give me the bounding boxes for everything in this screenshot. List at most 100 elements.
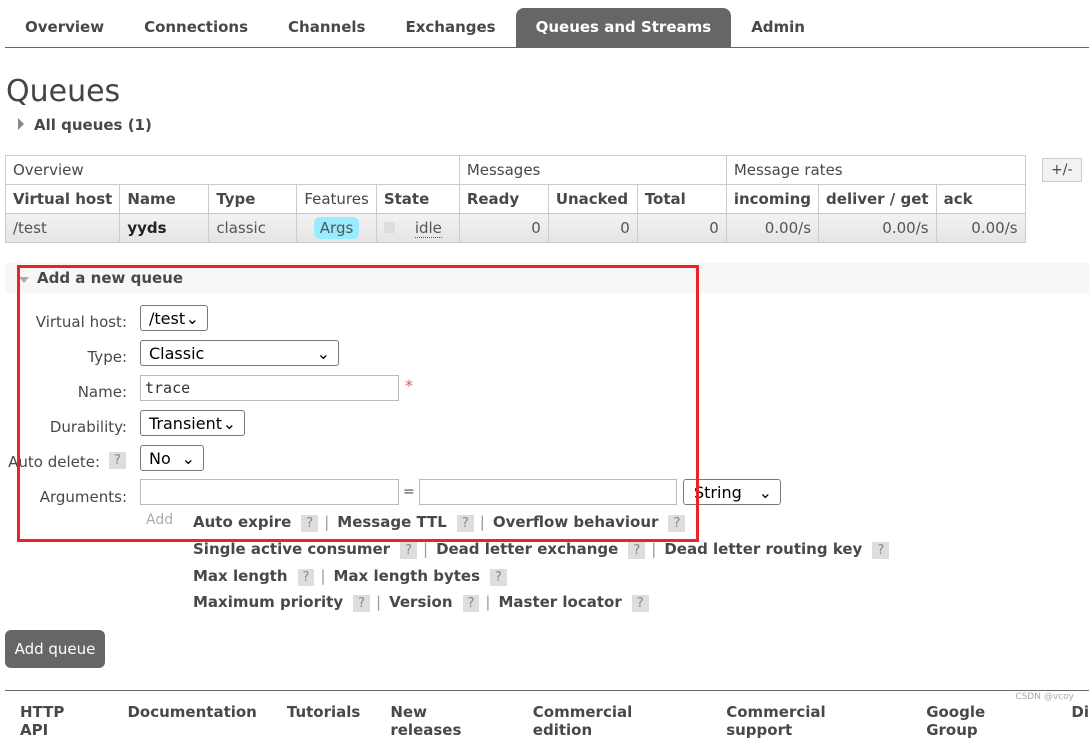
chevron-down-icon: ⌄ (316, 343, 330, 363)
type-select[interactable]: Classic ⌄ (140, 340, 339, 366)
help-icon[interactable]: ? (628, 542, 646, 559)
separator: | (479, 513, 485, 531)
footer-google-group[interactable]: Google Group (926, 703, 1041, 739)
argument-shortcut-link[interactable]: Maximum priority (193, 593, 343, 611)
argument-shortcuts-row: Auto expire? | Message TTL? | Overflow behav… (193, 513, 691, 532)
chevron-down-icon: ⌄ (181, 448, 195, 468)
col-state[interactable]: State (375, 184, 460, 214)
argument-shortcut-link[interactable]: Master locator (498, 593, 621, 611)
all-queues-toggle[interactable]: All queues (1) (18, 116, 152, 134)
watermark: CSDN @vcoy (1015, 692, 1074, 702)
vhost-label: Virtual host: (35, 313, 127, 331)
cell-vhost: /test (4, 213, 121, 243)
group-messages: Messages (458, 155, 727, 185)
argument-shortcut-link[interactable]: Single active consumer (193, 540, 390, 558)
argument-shortcut-link[interactable]: Auto expire (193, 513, 291, 531)
argument-shortcut-link[interactable]: Version (389, 593, 452, 611)
vhost-value: /test (149, 308, 186, 328)
argument-shortcuts-row: Max length? | Max length bytes? (193, 567, 513, 586)
cell-state: idle (375, 213, 460, 243)
name-input[interactable]: trace (140, 375, 399, 401)
chevron-down-icon: ⌄ (185, 308, 199, 328)
cell-deliver: 0.00/s (818, 213, 937, 243)
tab-admin[interactable]: Admin (731, 8, 825, 47)
argument-shortcut-link[interactable]: Max length bytes (334, 567, 481, 585)
help-icon[interactable]: ? (490, 569, 507, 586)
argument-shortcut-link[interactable]: Message TTL (337, 513, 447, 531)
help-icon[interactable]: ? (301, 515, 319, 532)
separator: | (423, 540, 429, 558)
tab-connections[interactable]: Connections (124, 8, 268, 47)
help-icon[interactable]: ? (400, 542, 417, 559)
separator: | (485, 593, 491, 611)
argument-key-input[interactable] (140, 479, 399, 505)
footer-discord[interactable]: Di (1071, 703, 1089, 739)
autodelete-value: No (149, 448, 171, 468)
footer-tutorials[interactable]: Tutorials (287, 703, 360, 739)
queue-link[interactable]: yyds (119, 213, 210, 243)
col-total[interactable]: Total (636, 184, 727, 214)
section-title: Add a new queue (37, 269, 184, 287)
page-title: Queues (6, 74, 121, 109)
triangle-down-icon (19, 277, 29, 283)
vhost-select[interactable]: /test ⌄ (140, 305, 208, 331)
cell-total: 0 (636, 213, 727, 243)
argument-value-input[interactable] (419, 479, 677, 505)
chevron-down-icon: ⌄ (758, 482, 772, 502)
column-toggle-button[interactable]: +/- (1042, 158, 1082, 182)
argument-shortcut-link[interactable]: Dead letter exchange (436, 540, 618, 558)
footer-commercial-support[interactable]: Commercial support (726, 703, 896, 739)
argument-shortcuts-row: Maximum priority? | Version? | Master locato… (193, 593, 655, 612)
autodelete-help-icon[interactable]: ? (109, 452, 126, 469)
type-label: Type: (87, 348, 127, 366)
queues-table: Overview Messages Message rates Virtual … (4, 155, 1026, 243)
add-queue-section-toggle[interactable]: Add a new queue (5, 263, 1089, 293)
add-argument-link[interactable]: Add (146, 512, 173, 528)
argument-shortcut-link[interactable]: Dead letter routing key (664, 540, 862, 558)
tab-exchanges[interactable]: Exchanges (385, 8, 515, 47)
help-icon[interactable]: ? (462, 595, 480, 612)
tab-channels[interactable]: Channels (268, 8, 385, 47)
col-unacked[interactable]: Unacked (547, 184, 638, 214)
col-incoming[interactable]: incoming (725, 184, 820, 214)
name-label: Name: (77, 383, 127, 401)
help-icon[interactable]: ? (456, 515, 474, 532)
tab-overview[interactable]: Overview (5, 8, 124, 47)
group-rates: Message rates (725, 155, 1026, 185)
col-vhost[interactable]: Virtual host (4, 184, 121, 214)
col-name[interactable]: Name (119, 184, 210, 214)
col-ready[interactable]: Ready (458, 184, 549, 214)
autodelete-select[interactable]: No ⌄ (140, 445, 204, 471)
footer-http-api[interactable]: HTTP API (20, 703, 97, 739)
cell-ready: 0 (458, 213, 549, 243)
separator: | (651, 540, 657, 558)
help-icon[interactable]: ? (872, 542, 890, 559)
autodelete-label: Auto delete: (8, 453, 100, 471)
separator: | (324, 513, 330, 531)
arg-type-value: String (694, 482, 742, 502)
col-deliver[interactable]: deliver / get (818, 184, 937, 214)
help-icon[interactable]: ? (631, 595, 649, 612)
state-indicator-icon (383, 222, 395, 233)
durability-select[interactable]: Transient ⌄ (140, 410, 245, 436)
arguments-label: Arguments: (39, 488, 127, 506)
col-type[interactable]: Type (208, 184, 298, 214)
argument-type-select[interactable]: String ⌄ (683, 479, 781, 505)
help-icon[interactable]: ? (353, 595, 371, 612)
argument-shortcut-link[interactable]: Max length (193, 567, 288, 585)
separator: | (376, 593, 382, 611)
add-queue-button[interactable]: Add queue (5, 630, 105, 668)
help-icon[interactable]: ? (668, 515, 686, 532)
main-nav: Overview Connections Channels Exchanges … (5, 8, 1089, 48)
footer-commercial-edition[interactable]: Commercial edition (533, 703, 696, 739)
tab-queues[interactable]: Queues and Streams (515, 8, 732, 47)
footer-new-releases[interactable]: New releases (390, 703, 502, 739)
footer-documentation[interactable]: Documentation (127, 703, 256, 739)
col-features: Features (296, 184, 377, 214)
help-icon[interactable]: ? (297, 569, 315, 586)
argument-shortcut-link[interactable]: Overflow behaviour (493, 513, 659, 531)
durability-value: Transient (149, 413, 222, 433)
equals-sign: = (403, 484, 415, 500)
separator: | (320, 567, 326, 585)
col-ack[interactable]: ack (935, 184, 1026, 214)
